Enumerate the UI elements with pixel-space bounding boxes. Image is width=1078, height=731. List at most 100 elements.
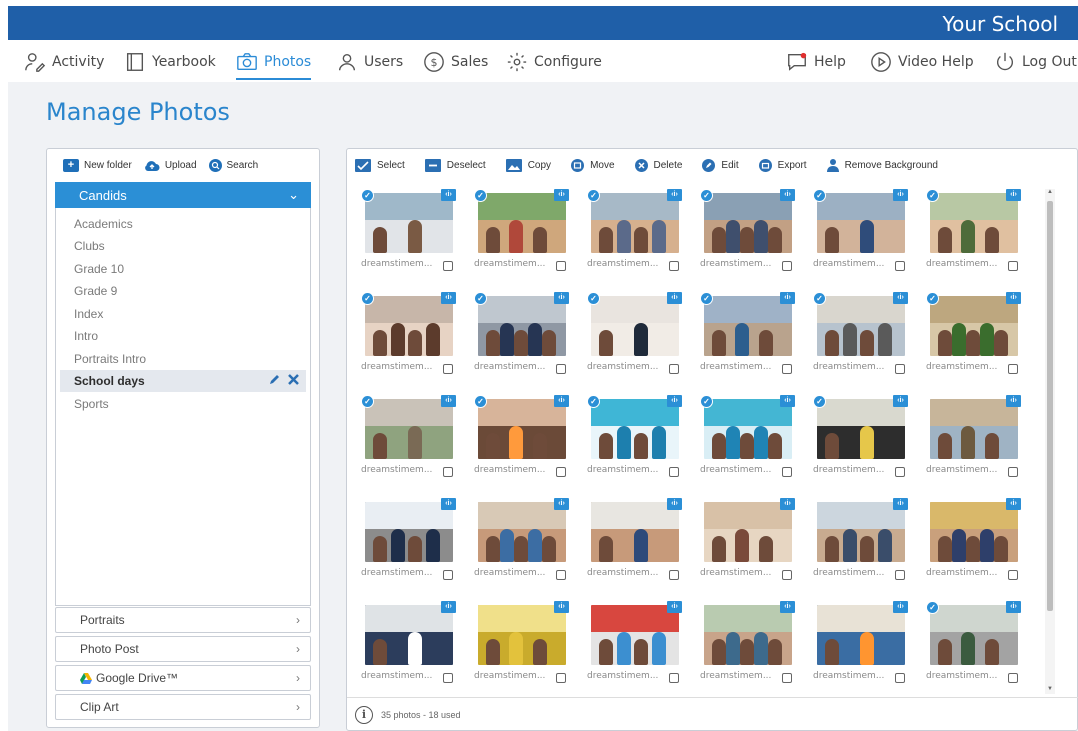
photo-tile[interactable]: ‹i› dreamstimem... [587, 601, 697, 701]
photo-thumbnail[interactable] [930, 502, 1018, 562]
photo-info-badge-icon[interactable]: ‹i› [1006, 601, 1021, 613]
nav-log-out[interactable]: Log Out [994, 49, 1077, 75]
photo-info-badge-icon[interactable]: ‹i› [667, 498, 682, 510]
folder-item[interactable]: Clubs [60, 235, 306, 257]
folder-group-google-drive[interactable]: Google Drive™ › [55, 665, 311, 691]
photo-select-checkbox[interactable] [443, 467, 453, 477]
photo-select-checkbox[interactable] [895, 467, 905, 477]
photo-select-checkbox[interactable] [669, 261, 679, 271]
photo-thumbnail[interactable] [704, 193, 792, 253]
photo-info-badge-icon[interactable]: ‹i› [667, 395, 682, 407]
export-button[interactable]: Export [758, 158, 807, 172]
photo-info-badge-icon[interactable]: ‹i› [1006, 395, 1021, 407]
photo-info-badge-icon[interactable]: ‹i› [780, 395, 795, 407]
folder-group-candids[interactable]: Candids ⌄ [55, 182, 311, 208]
photo-tile[interactable]: ‹i› dreamstimem... [926, 395, 1036, 495]
photo-tile[interactable]: ✓ ‹i› dreamstimem... [813, 395, 923, 495]
photo-select-checkbox[interactable] [669, 570, 679, 580]
photo-thumbnail[interactable] [591, 605, 679, 665]
photo-tile[interactable]: ✓ ‹i› dreamstimem... [813, 292, 923, 392]
photo-tile[interactable]: ✓ ‹i› dreamstimem... [700, 395, 810, 495]
photo-tile[interactable]: ‹i› dreamstimem... [474, 601, 584, 701]
photo-info-badge-icon[interactable]: ‹i› [1006, 498, 1021, 510]
photo-info-badge-icon[interactable]: ‹i› [441, 189, 456, 201]
pencil-icon[interactable] [268, 373, 281, 386]
photo-tile[interactable]: ✓ ‹i› dreamstimem... [587, 189, 697, 289]
photo-tile[interactable]: ✓ ‹i› dreamstimem... [474, 189, 584, 289]
photo-thumbnail[interactable] [365, 605, 453, 665]
photo-info-badge-icon[interactable]: ‹i› [667, 189, 682, 201]
photo-thumbnail[interactable] [817, 399, 905, 459]
photo-info-badge-icon[interactable]: ‹i› [1006, 189, 1021, 201]
photo-tile[interactable]: ✓ ‹i› dreamstimem... [361, 189, 471, 289]
folder-item[interactable]: Grade 9 [60, 280, 306, 302]
scroll-down-arrow-icon[interactable]: ▼ [1045, 686, 1055, 694]
photo-select-checkbox[interactable] [556, 467, 566, 477]
photo-thumbnail[interactable] [817, 296, 905, 356]
photo-thumbnail[interactable] [365, 399, 453, 459]
nav-video-help[interactable]: Video Help [870, 49, 974, 75]
grid-scrollbar[interactable]: ▲ ▼ [1045, 189, 1055, 694]
photo-select-checkbox[interactable] [669, 364, 679, 374]
photo-info-badge-icon[interactable]: ‹i› [1006, 292, 1021, 304]
photo-select-checkbox[interactable] [1008, 467, 1018, 477]
nav-yearbook[interactable]: Yearbook [124, 49, 216, 75]
folder-item[interactable]: Sports [60, 393, 306, 415]
photo-tile[interactable]: ✓ ‹i› dreamstimem... [587, 395, 697, 495]
photo-tile[interactable]: ✓ ‹i› dreamstimem... [926, 601, 1036, 701]
photo-info-badge-icon[interactable]: ‹i› [441, 601, 456, 613]
nav-users[interactable]: Users [336, 49, 403, 75]
photo-info-badge-icon[interactable]: ‹i› [893, 395, 908, 407]
photo-select-checkbox[interactable] [443, 364, 453, 374]
photo-thumbnail[interactable] [365, 502, 453, 562]
photo-thumbnail[interactable] [591, 502, 679, 562]
photo-select-checkbox[interactable] [1008, 673, 1018, 683]
photo-tile[interactable]: ✓ ‹i› dreamstimem... [474, 292, 584, 392]
scroll-up-arrow-icon[interactable]: ▲ [1045, 189, 1055, 197]
folder-group-clip-art[interactable]: Clip Art › [55, 694, 311, 720]
nav-help[interactable]: Help [786, 49, 846, 75]
photo-info-badge-icon[interactable]: ‹i› [893, 498, 908, 510]
photo-info-badge-icon[interactable]: ‹i› [554, 498, 569, 510]
photo-tile[interactable]: ✓ ‹i› dreamstimem... [361, 292, 471, 392]
photo-info-badge-icon[interactable]: ‹i› [780, 601, 795, 613]
photo-tile[interactable]: ‹i› dreamstimem... [361, 601, 471, 701]
photo-thumbnail[interactable] [930, 605, 1018, 665]
photo-info-badge-icon[interactable]: ‹i› [554, 189, 569, 201]
photo-select-checkbox[interactable] [782, 261, 792, 271]
scrollbar-thumb[interactable] [1047, 201, 1053, 611]
photo-select-checkbox[interactable] [556, 673, 566, 683]
new-folder-button[interactable]: + New folder [63, 158, 132, 172]
photo-thumbnail[interactable] [591, 399, 679, 459]
photo-info-badge-icon[interactable]: ‹i› [780, 292, 795, 304]
move-button[interactable]: Move [571, 158, 615, 172]
photo-thumbnail[interactable] [478, 193, 566, 253]
search-button[interactable]: Search [208, 158, 258, 172]
photo-select-checkbox[interactable] [895, 364, 905, 374]
photo-select-checkbox[interactable] [1008, 570, 1018, 580]
nav-configure[interactable]: Configure [506, 49, 602, 75]
folder-item-selected[interactable]: School days [60, 370, 306, 392]
photo-info-badge-icon[interactable]: ‹i› [441, 498, 456, 510]
photo-thumbnail[interactable] [817, 502, 905, 562]
photo-info-badge-icon[interactable]: ‹i› [893, 292, 908, 304]
deselect-button[interactable]: Deselect [424, 158, 486, 172]
nav-photos[interactable]: Photos [236, 49, 312, 80]
photo-thumbnail[interactable] [930, 296, 1018, 356]
photo-tile[interactable]: ‹i› dreamstimem... [813, 601, 923, 701]
photo-tile[interactable]: ✓ ‹i› dreamstimem... [700, 292, 810, 392]
photo-select-checkbox[interactable] [895, 261, 905, 271]
photo-tile[interactable]: ‹i› dreamstimem... [700, 498, 810, 598]
info-icon[interactable]: i [355, 705, 373, 724]
photo-tile[interactable]: ✓ ‹i› dreamstimem... [474, 395, 584, 495]
folder-item[interactable]: Grade 10 [60, 258, 306, 280]
photo-tile[interactable]: ‹i› dreamstimem... [700, 601, 810, 701]
photo-info-badge-icon[interactable]: ‹i› [893, 601, 908, 613]
photo-thumbnail[interactable] [817, 193, 905, 253]
photo-thumbnail[interactable] [704, 399, 792, 459]
photo-thumbnail[interactable] [478, 296, 566, 356]
photo-tile[interactable]: ✓ ‹i› dreamstimem... [926, 292, 1036, 392]
photo-tile[interactable]: ✓ ‹i› dreamstimem... [361, 395, 471, 495]
photo-select-checkbox[interactable] [782, 364, 792, 374]
photo-tile[interactable]: ✓ ‹i› dreamstimem... [587, 292, 697, 392]
